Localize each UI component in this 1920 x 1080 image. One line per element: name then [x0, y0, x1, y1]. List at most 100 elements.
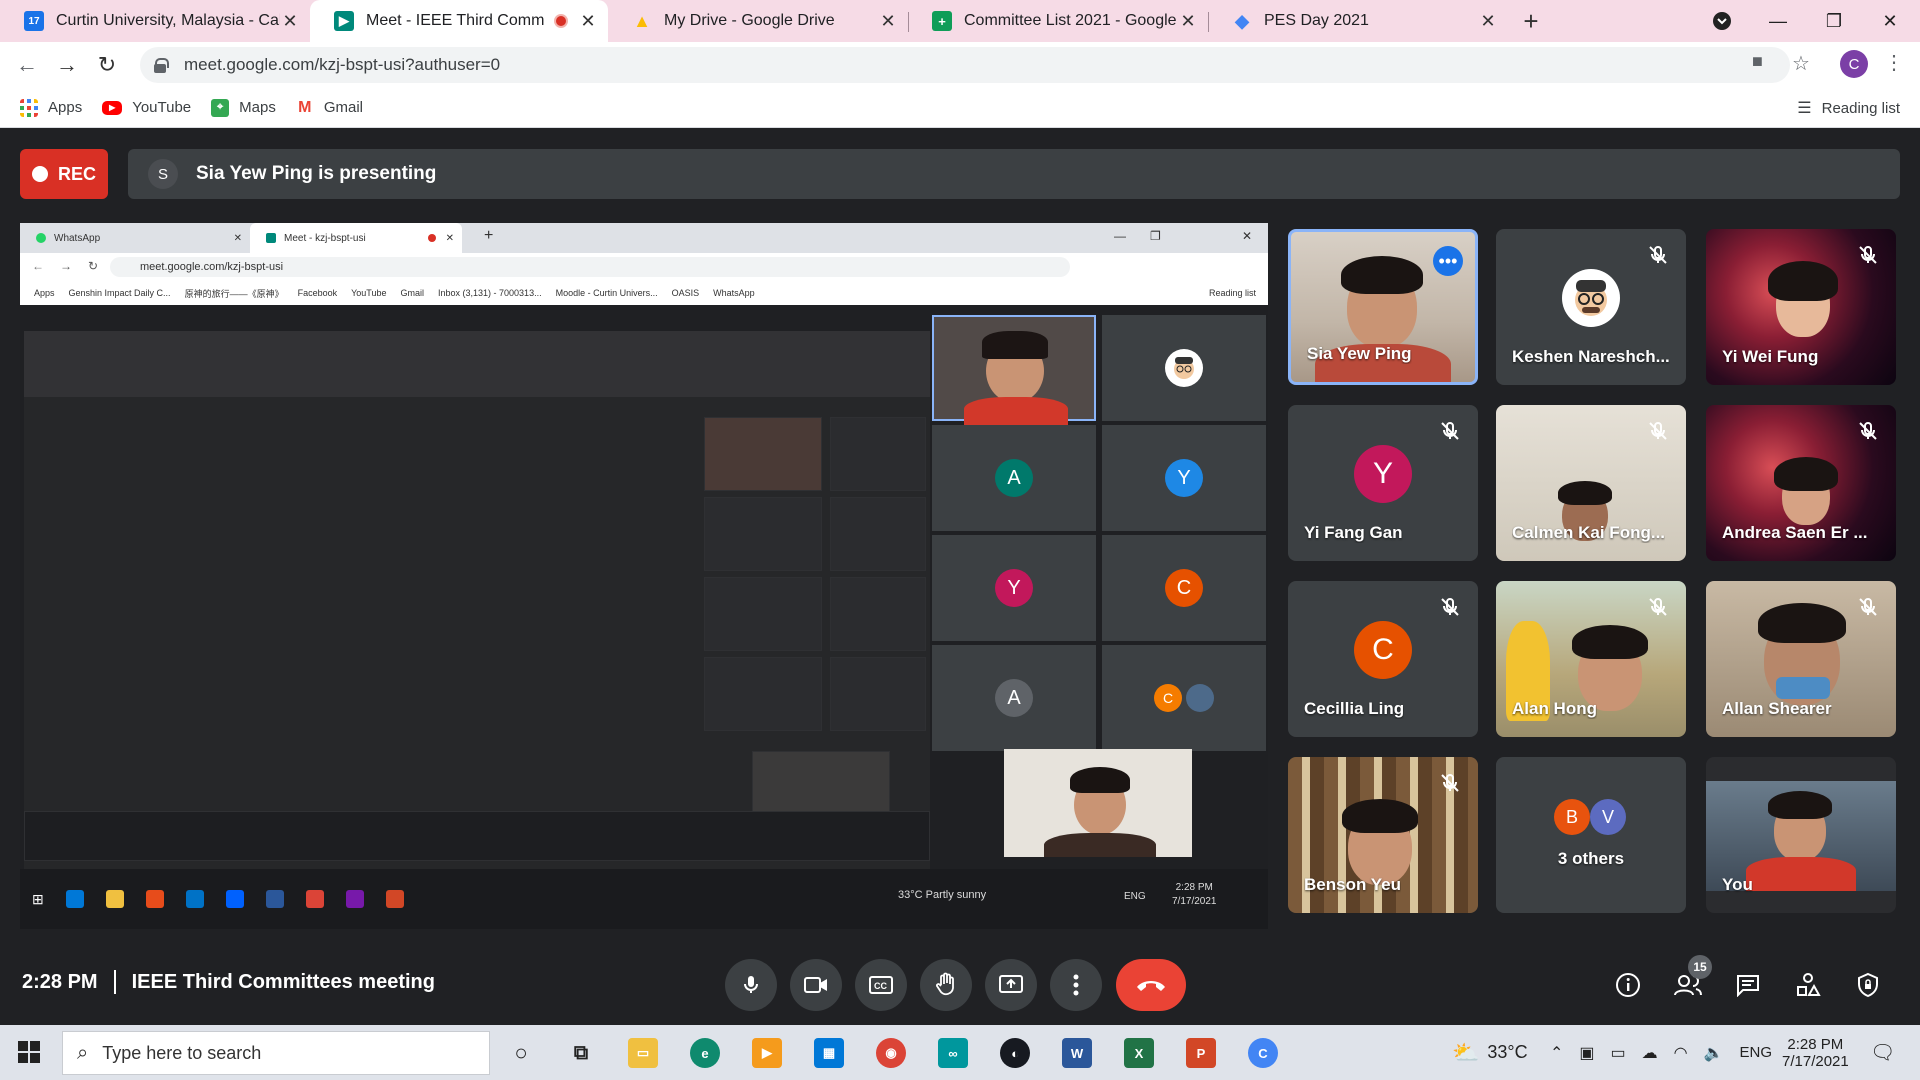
tab-calendar[interactable]: 17 Curtin University, Malaysia - Cale ✕ — [0, 0, 310, 42]
participant-tile[interactable]: Yi Wei Fung — [1706, 229, 1896, 385]
cloud-icon[interactable]: ☁ — [1642, 1043, 1658, 1063]
forward-button[interactable]: → — [52, 50, 82, 80]
raise-hand-button[interactable] — [920, 959, 972, 1011]
participant-tile[interactable]: Y Yi Fang Gan — [1288, 405, 1478, 561]
microphone-button[interactable] — [725, 959, 777, 1011]
edge-icon[interactable]: e — [690, 1038, 720, 1068]
wifi-icon[interactable]: ◠ — [1674, 1043, 1688, 1063]
close-icon[interactable]: ✕ — [578, 11, 598, 32]
camera-icon[interactable]: ■ — [1752, 51, 1763, 72]
word-icon[interactable]: W — [1062, 1038, 1092, 1068]
people-button[interactable]: 15 — [1668, 955, 1712, 1005]
reading-list-button[interactable]: ☰ Reading list — [1797, 98, 1900, 118]
chrome-icon[interactable]: ◉ — [876, 1038, 906, 1068]
browser-toolbar: ← → ↻ meet.google.com/kzj-bspt-usi?authu… — [0, 42, 1920, 88]
close-icon: ✕ — [445, 232, 454, 244]
language-indicator[interactable]: ENG — [1740, 1044, 1773, 1061]
arduino-icon[interactable]: ∞ — [938, 1038, 968, 1068]
participant-tile[interactable]: C Cecillia Ling — [1288, 581, 1478, 737]
chat-button[interactable] — [1728, 965, 1768, 1005]
participant-tile-others[interactable]: B V 3 others — [1496, 757, 1686, 913]
profile-avatar[interactable]: C — [1840, 50, 1868, 78]
tab-search-button[interactable] — [1694, 0, 1750, 42]
participant-tile[interactable]: ••• Sia Yew Ping — [1288, 229, 1478, 385]
participant-tile[interactable]: Keshen Nareshch... — [1496, 229, 1686, 385]
meeting-details-button[interactable] — [1608, 965, 1648, 1005]
shared-tile-initial: Y — [995, 569, 1033, 607]
close-icon[interactable]: ✕ — [1478, 11, 1498, 32]
start-button[interactable] — [18, 1041, 40, 1068]
chevron-down-icon — [1713, 12, 1731, 30]
shared-bookmark: 原神的旅行——《原神》 — [184, 288, 284, 299]
tab-sheets[interactable]: + Committee List 2021 - Google Sh ✕ — [908, 0, 1208, 42]
new-tab-button[interactable]: + — [1516, 6, 1546, 37]
bookmark-maps[interactable]: ⌖ Maps — [211, 98, 276, 117]
lock-icon — [154, 58, 169, 73]
presenting-banner: S Sia Yew Ping is presenting — [128, 149, 1900, 199]
close-icon[interactable]: ✕ — [878, 11, 898, 32]
close-icon[interactable]: ✕ — [280, 11, 300, 32]
windows-icon: ⊞ — [32, 890, 44, 907]
participant-tile-self[interactable]: You — [1706, 757, 1896, 913]
taskbar-clock[interactable]: 2:28 PM 7/17/2021 — [1782, 1025, 1849, 1080]
hang-up-icon — [1137, 981, 1165, 991]
participant-tile[interactable]: Calmen Kai Fong... — [1496, 405, 1686, 561]
powerpoint-icon[interactable]: P — [1186, 1038, 1216, 1068]
device-icon[interactable]: ▣ — [1579, 1043, 1594, 1063]
back-button[interactable]: ← — [12, 50, 42, 80]
more-options-button[interactable]: ••• — [1433, 246, 1463, 276]
steam-icon[interactable]: ◐ — [1000, 1038, 1030, 1068]
volume-icon[interactable]: 🔈 — [1704, 1043, 1724, 1063]
more-options-button[interactable] — [1050, 959, 1102, 1011]
meet-main: REC S Sia Yew Ping is presenting WhatsAp… — [0, 129, 1920, 1025]
bookmark-star-icon[interactable]: ☆ — [1792, 51, 1810, 76]
participant-tile[interactable]: Allan Shearer — [1706, 581, 1896, 737]
bookmark-gmail[interactable]: M Gmail — [296, 99, 363, 117]
rec-label: REC — [57, 163, 96, 184]
tab-meet[interactable]: ▶ Meet - IEEE Third Committee ✕ — [310, 0, 608, 42]
recording-badge[interactable]: REC — [20, 149, 108, 199]
bookmark-apps[interactable]: Apps — [20, 98, 82, 117]
cortana-icon[interactable]: ○ — [506, 1038, 536, 1068]
close-icon[interactable]: ✕ — [1178, 11, 1198, 32]
hair — [1341, 256, 1423, 294]
maximize-button[interactable]: ❐ — [1806, 0, 1862, 42]
minimize-button[interactable]: — — [1750, 0, 1806, 42]
hair — [1768, 261, 1838, 301]
shirt — [1746, 857, 1856, 891]
battery-icon[interactable]: ▭ — [1611, 1043, 1626, 1063]
shared-tile-initial: A — [995, 679, 1033, 717]
tab-drive[interactable]: ▲ My Drive - Google Drive ✕ — [608, 0, 908, 42]
address-bar[interactable]: meet.google.com/kzj-bspt-usi?authuser=0 — [140, 47, 1790, 83]
reload-button[interactable]: ↻ — [92, 50, 122, 80]
tab-pes-day[interactable]: ◆ PES Day 2021 ✕ — [1208, 0, 1508, 42]
camera-button[interactable] — [790, 959, 842, 1011]
captions-button[interactable]: CC — [855, 959, 907, 1011]
notifications-button[interactable]: 🗨 — [1870, 1025, 1895, 1080]
leave-call-button[interactable] — [1116, 959, 1186, 1011]
bookmark-label: Maps — [239, 99, 276, 116]
shared-bookmarks: Apps Genshin Impact Daily C... 原神的旅行——《原… — [20, 281, 1268, 305]
present-now-button[interactable] — [985, 959, 1037, 1011]
weather-widget[interactable]: ⛅ 33°C — [1452, 1025, 1528, 1080]
participant-tile[interactable]: Benson Yeu — [1288, 757, 1478, 913]
media-player-icon[interactable]: ▶ — [752, 1038, 782, 1068]
chevron-up-icon[interactable]: ⌃ — [1550, 1043, 1563, 1063]
host-controls-button[interactable] — [1848, 965, 1888, 1005]
taskbar-search-input[interactable]: ⌕ Type here to search — [62, 1031, 490, 1075]
tab-label: Curtin University, Malaysia - Cale — [56, 12, 280, 29]
file-explorer-icon[interactable]: ▭ — [628, 1038, 658, 1068]
bookmark-youtube[interactable]: ▶ YouTube — [102, 99, 191, 116]
mic-off-icon — [1649, 597, 1667, 616]
chrome-profile-icon[interactable]: C — [1248, 1038, 1278, 1068]
participant-tile[interactable]: Alan Hong — [1496, 581, 1686, 737]
shared-tile: C — [1102, 645, 1266, 751]
task-view-icon[interactable]: ⧉ — [566, 1038, 596, 1068]
activities-button[interactable] — [1788, 965, 1828, 1005]
mic-off-icon — [1649, 421, 1667, 440]
browser-menu-icon[interactable]: ⋮ — [1884, 50, 1904, 75]
participant-tile[interactable]: Andrea Saen Er ... — [1706, 405, 1896, 561]
window-close-button[interactable]: ✕ — [1862, 0, 1918, 42]
store-icon[interactable]: ▦ — [814, 1038, 844, 1068]
excel-icon[interactable]: X — [1124, 1038, 1154, 1068]
